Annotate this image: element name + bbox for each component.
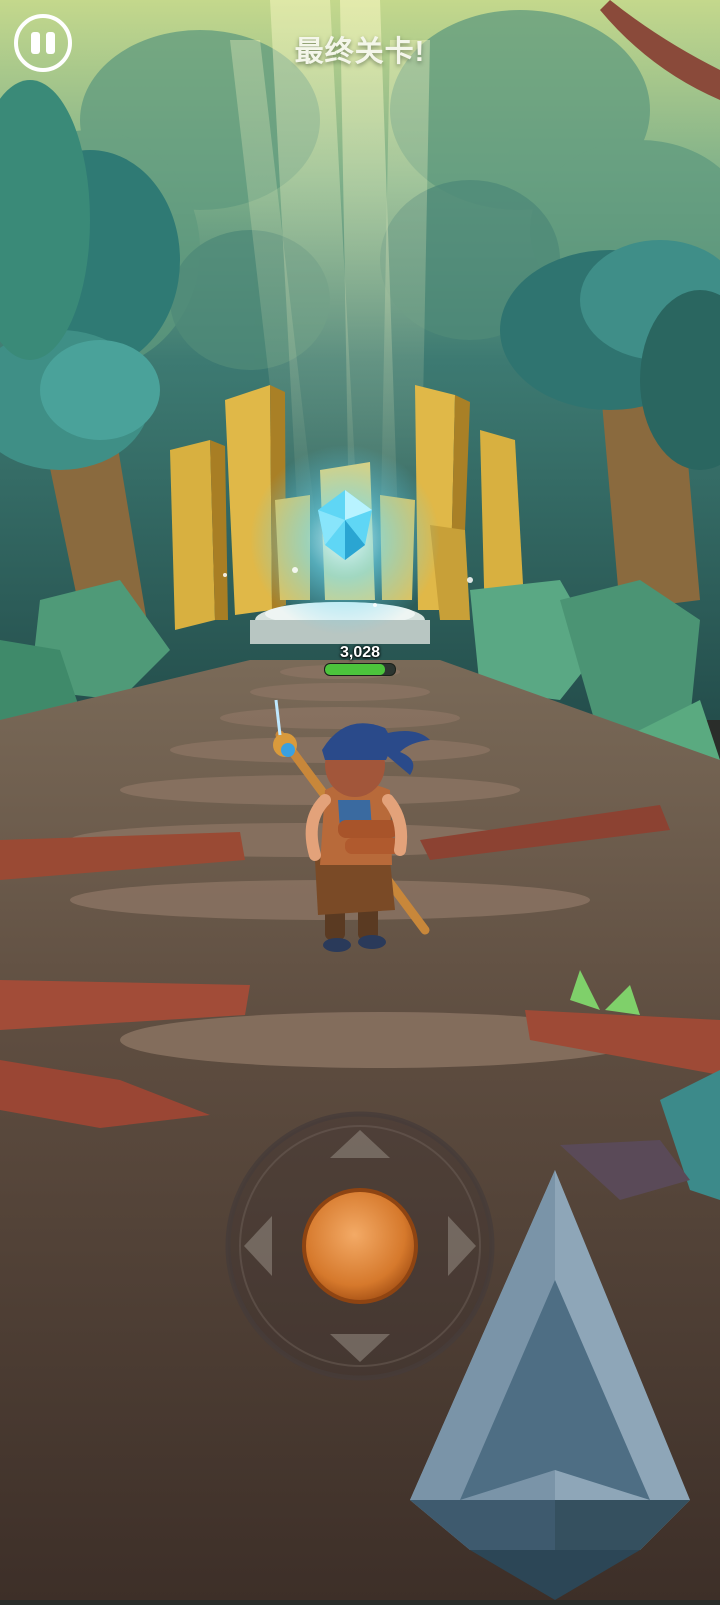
action-button[interactable] [410, 1170, 700, 1600]
pause-icon-bar [46, 32, 55, 54]
joystick-knob[interactable] [304, 1190, 416, 1302]
pause-icon [31, 32, 40, 54]
pause-button[interactable] [14, 14, 72, 72]
